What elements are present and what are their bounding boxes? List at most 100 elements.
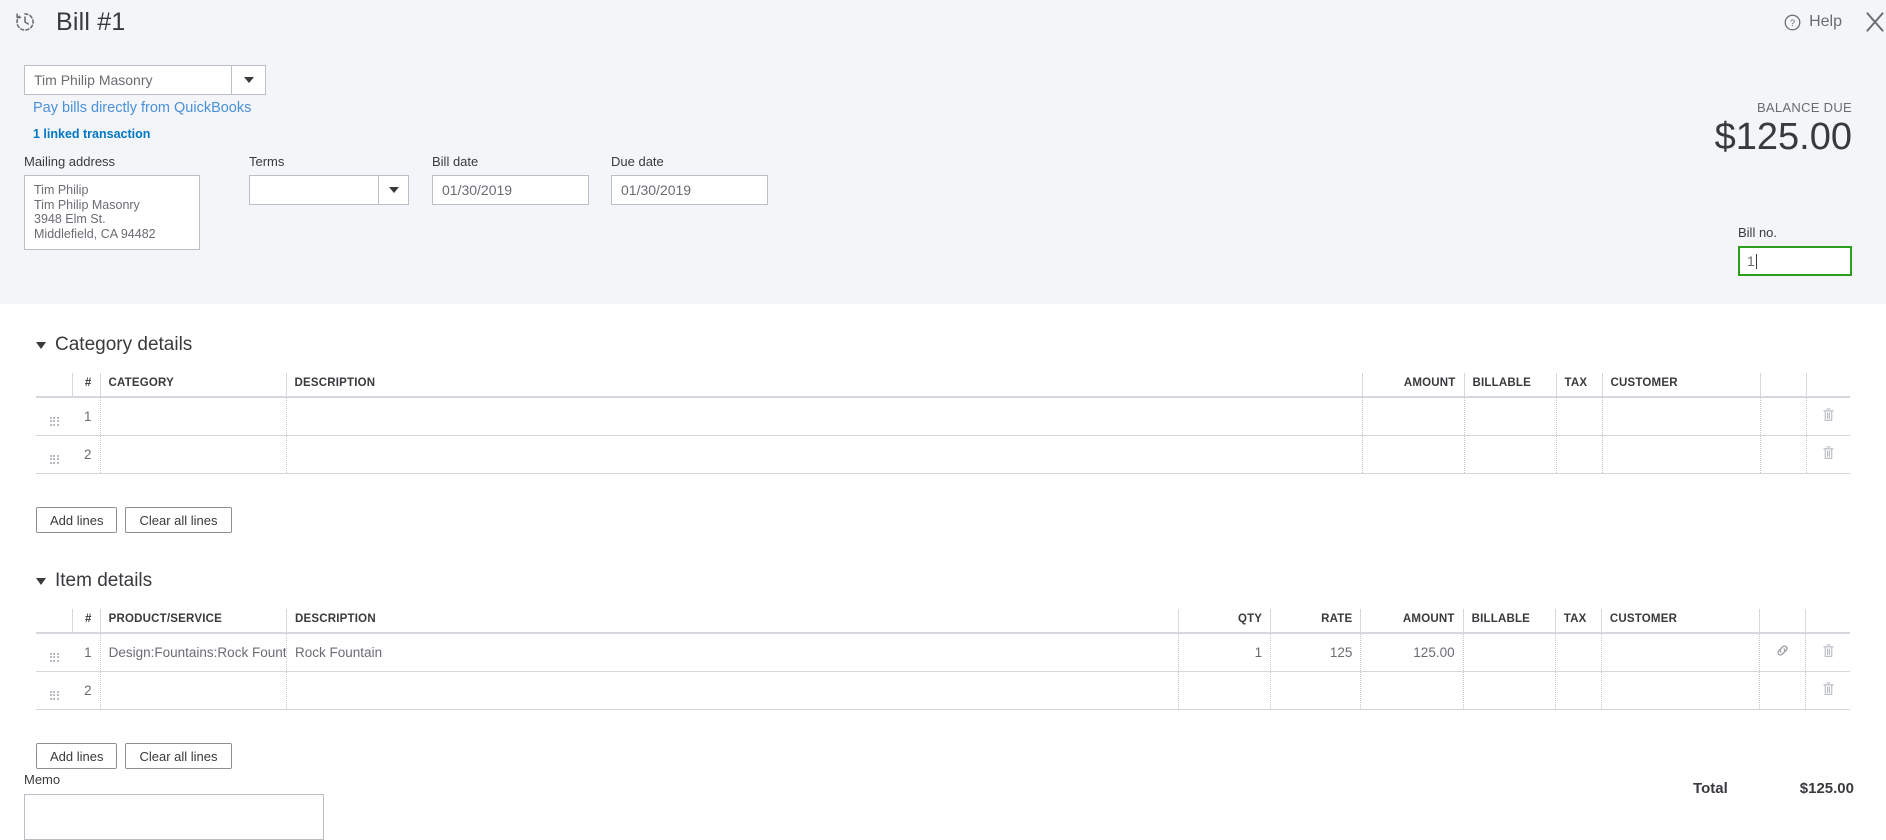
- cell-amount[interactable]: [1361, 397, 1464, 436]
- cell-rate[interactable]: [1270, 671, 1361, 710]
- clear-all-lines-button[interactable]: Clear all lines: [125, 507, 232, 533]
- cell-description[interactable]: [285, 397, 1362, 436]
- cell-product-service[interactable]: Design:Fountains:Rock Founta: [99, 633, 287, 672]
- col-billable: BILLABLE: [1462, 609, 1556, 633]
- cell-description[interactable]: [285, 435, 1362, 474]
- row-drag-handle[interactable]: [36, 633, 73, 672]
- delete-row-button[interactable]: [1805, 435, 1850, 474]
- mailing-address-box[interactable]: Tim Philip Tim Philip Masonry 3948 Elm S…: [24, 175, 200, 250]
- due-date-label: Due date: [611, 154, 664, 169]
- question-circle-icon: ?: [1784, 14, 1801, 30]
- total-value: $125.00: [1799, 780, 1854, 797]
- col-product-service: PRODUCT/SERVICE: [99, 609, 287, 633]
- col-amount: AMOUNT: [1360, 609, 1464, 633]
- item-details-table: # PRODUCT/SERVICE DESCRIPTION QTY RATE A…: [36, 609, 1850, 710]
- table-row[interactable]: 2: [36, 435, 1850, 474]
- cell-customer[interactable]: [1601, 397, 1760, 436]
- address-line: Middlefield, CA 94482: [34, 226, 156, 241]
- col-description: DESCRIPTION: [286, 609, 1179, 633]
- linked-transaction-link[interactable]: 1 linked transaction: [33, 127, 150, 141]
- clear-all-lines-button[interactable]: Clear all lines: [125, 743, 232, 769]
- collapse-triangle-icon[interactable]: [36, 341, 46, 349]
- trash-icon: [1822, 644, 1834, 658]
- link-chain-icon: [1777, 645, 1788, 656]
- history-clock-icon[interactable]: [10, 7, 40, 37]
- table-row[interactable]: 1 Design:Fountains:Rock Founta Rock Foun…: [36, 633, 1850, 672]
- cell-qty[interactable]: 1: [1177, 633, 1271, 672]
- col-billable: BILLABLE: [1463, 373, 1556, 397]
- row-number: 2: [72, 435, 100, 474]
- row-drag-handle[interactable]: [36, 435, 72, 474]
- cell-amount[interactable]: 125.00: [1360, 633, 1464, 672]
- cell-customer[interactable]: [1601, 435, 1760, 474]
- memo-input[interactable]: [24, 794, 324, 840]
- cell-amount[interactable]: [1360, 671, 1464, 710]
- cell-tax[interactable]: [1554, 671, 1602, 710]
- cell-rate[interactable]: 125: [1270, 633, 1361, 672]
- row-number: 1: [72, 397, 100, 436]
- category-details-header[interactable]: Category details: [36, 334, 192, 356]
- help-button[interactable]: ? Help: [1783, 13, 1842, 32]
- trash-icon: [1822, 682, 1834, 695]
- cell-billable[interactable]: [1462, 633, 1556, 672]
- item-details-header[interactable]: Item details: [36, 570, 152, 592]
- due-date-field: Due date 01/30/2019: [611, 154, 768, 205]
- text-cursor: [1755, 253, 1757, 269]
- row-drag-handle[interactable]: [36, 397, 72, 436]
- category-table-header-row: # CATEGORY DESCRIPTION AMOUNT BILLABLE T…: [36, 373, 1850, 397]
- cell-customer[interactable]: [1600, 671, 1760, 710]
- cell-product-service[interactable]: [99, 671, 287, 710]
- chevron-down-icon[interactable]: [231, 66, 265, 94]
- add-lines-button[interactable]: Add lines: [36, 743, 118, 769]
- vendor-select[interactable]: Tim Philip Masonry: [24, 65, 266, 95]
- link-transaction-button[interactable]: [1759, 633, 1806, 672]
- chevron-down-icon[interactable]: [378, 176, 408, 204]
- bill-date-input[interactable]: 01/30/2019: [432, 175, 589, 205]
- col-tax: TAX: [1555, 373, 1602, 397]
- item-table-header-row: # PRODUCT/SERVICE DESCRIPTION QTY RATE A…: [36, 609, 1850, 633]
- bill-no-field: Bill no. 1: [1738, 225, 1852, 276]
- cell-link: [1759, 671, 1806, 710]
- close-x-icon[interactable]: [1860, 7, 1886, 37]
- col-description: DESCRIPTION: [285, 373, 1362, 397]
- col-rate: RATE: [1270, 609, 1361, 633]
- cell-description[interactable]: Rock Fountain: [286, 633, 1179, 672]
- cell-amount[interactable]: [1361, 435, 1464, 474]
- delete-row-button[interactable]: [1805, 633, 1850, 672]
- cell-tax[interactable]: [1555, 435, 1602, 474]
- mailing-address-label: Mailing address: [24, 154, 116, 169]
- table-row[interactable]: 1: [36, 397, 1850, 436]
- top-header-bar: Bill #1 ? Help: [0, 0, 1886, 44]
- table-row[interactable]: 2: [36, 671, 1850, 710]
- bill-no-label: Bill no.: [1738, 225, 1778, 240]
- cell-billable[interactable]: [1463, 397, 1556, 436]
- col-handle: [36, 609, 72, 633]
- terms-select[interactable]: [249, 175, 409, 205]
- collapse-triangle-icon[interactable]: [36, 577, 46, 585]
- bill-no-input[interactable]: 1: [1738, 246, 1852, 276]
- delete-row-button[interactable]: [1805, 397, 1850, 436]
- bill-no-value: 1: [1747, 253, 1755, 269]
- cell-qty[interactable]: [1177, 671, 1271, 710]
- category-details-buttons: Add lines Clear all lines: [36, 507, 232, 533]
- col-customer: CUSTOMER: [1600, 609, 1760, 633]
- cell-description[interactable]: [286, 671, 1179, 710]
- bill-form-panel: Tim Philip Masonry Pay bills directly fr…: [0, 44, 1886, 304]
- trash-icon: [1823, 446, 1834, 459]
- add-lines-button[interactable]: Add lines: [36, 507, 118, 533]
- row-drag-handle[interactable]: [36, 671, 73, 710]
- cell-customer[interactable]: [1600, 633, 1760, 672]
- address-line: Tim Philip: [34, 183, 89, 197]
- cell-tax[interactable]: [1554, 633, 1602, 672]
- cell-tax[interactable]: [1555, 397, 1602, 436]
- cell-category[interactable]: [99, 435, 286, 474]
- cell-category[interactable]: [99, 397, 286, 436]
- cell-billable[interactable]: [1463, 435, 1556, 474]
- col-category: CATEGORY: [99, 373, 286, 397]
- col-delete: [1805, 373, 1850, 397]
- cell-billable[interactable]: [1462, 671, 1556, 710]
- category-details-table: # CATEGORY DESCRIPTION AMOUNT BILLABLE T…: [36, 373, 1850, 474]
- due-date-input[interactable]: 01/30/2019: [611, 175, 768, 205]
- pay-bills-link[interactable]: Pay bills directly from QuickBooks: [33, 100, 251, 116]
- delete-row-button[interactable]: [1805, 671, 1850, 710]
